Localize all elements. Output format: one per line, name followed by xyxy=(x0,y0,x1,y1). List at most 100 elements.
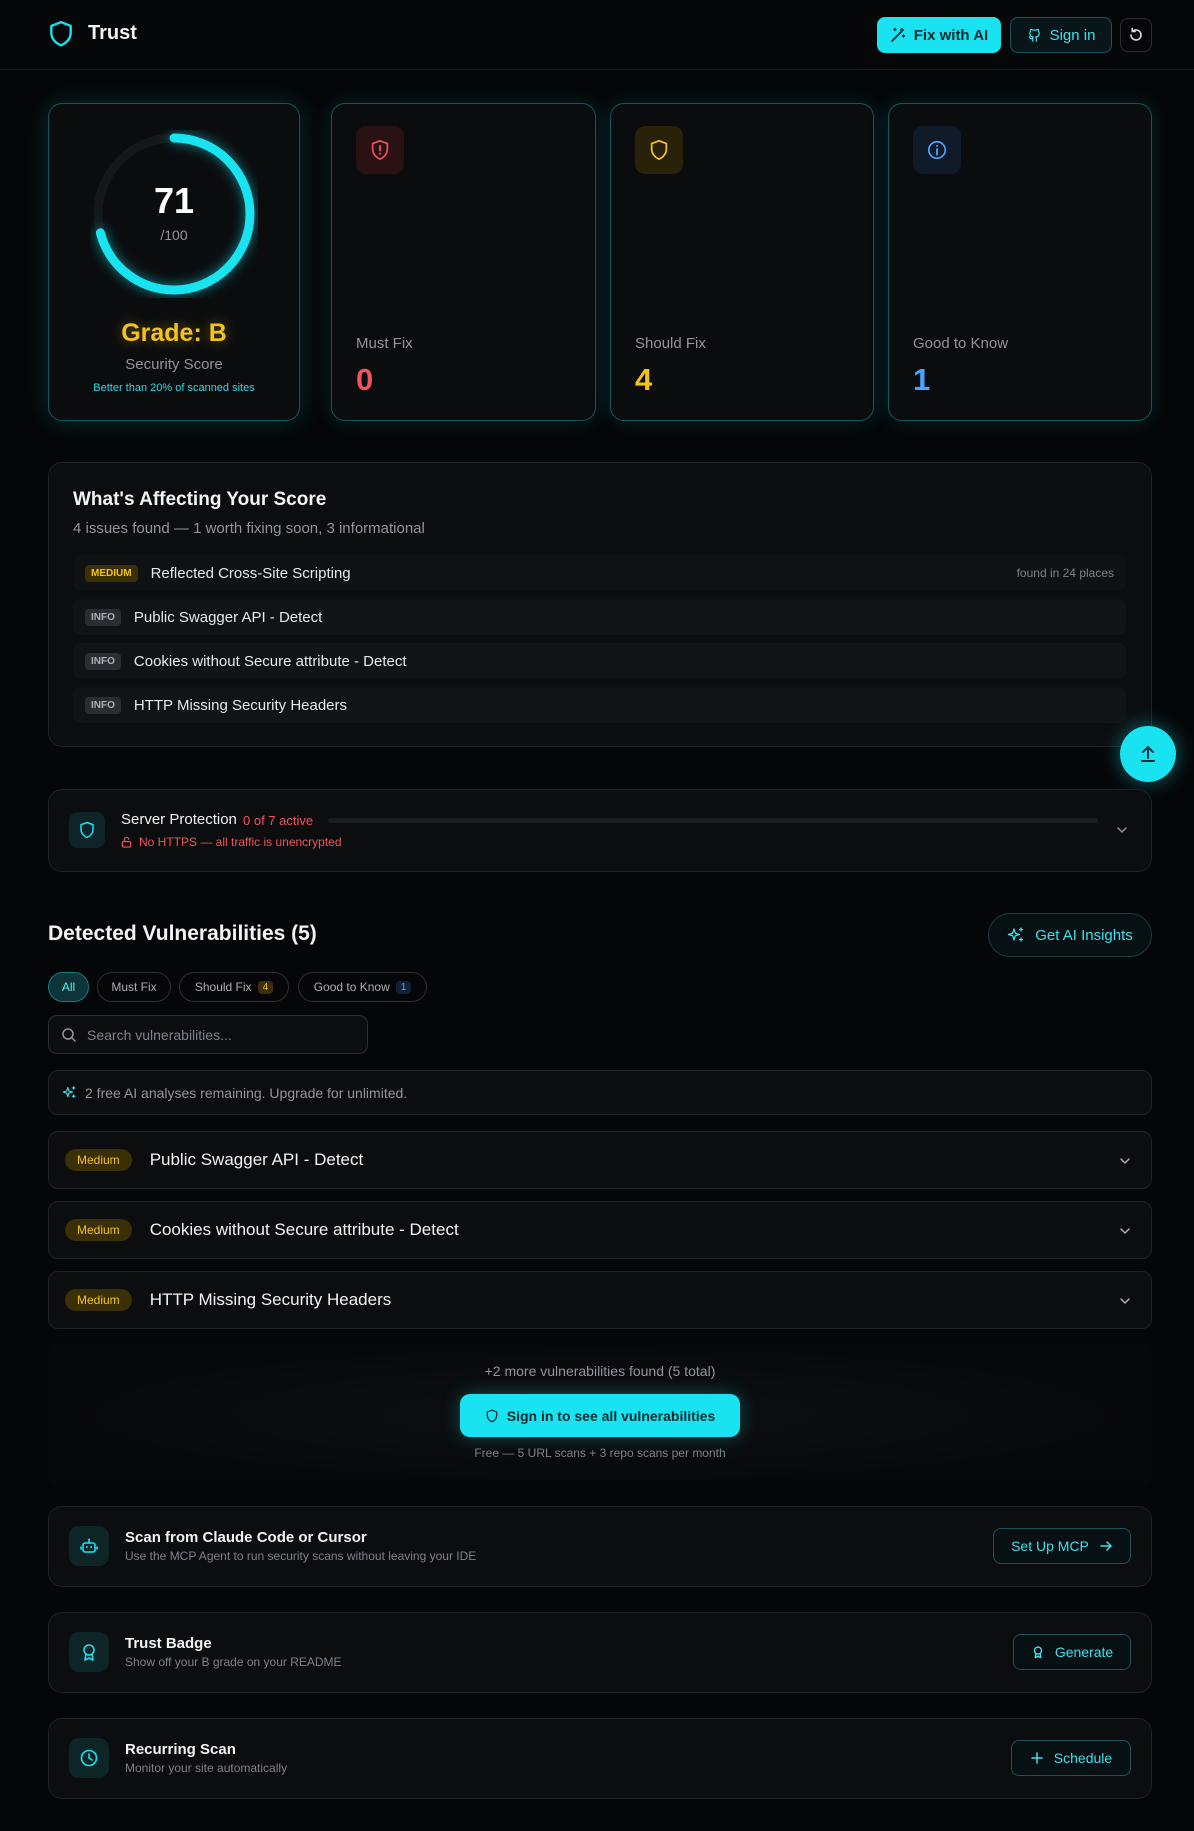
scroll-to-top-button[interactable] xyxy=(1120,726,1176,782)
issue-row[interactable]: MEDIUM Reflected Cross-Site Scripting fo… xyxy=(73,555,1126,591)
severity-tag: INFO xyxy=(85,696,121,714)
should-fix-badge: 4 xyxy=(257,980,274,994)
clock-icon xyxy=(69,1738,109,1778)
ai-analyses-text: 2 free AI analyses remaining. Upgrade fo… xyxy=(85,1084,408,1101)
setup-mcp-button[interactable]: Set Up MCP xyxy=(993,1528,1131,1564)
sign-in-see-all-button[interactable]: Sign in to see all vulnerabilities xyxy=(460,1394,740,1437)
issue-row[interactable]: INFO Cookies without Secure attribute - … xyxy=(73,643,1126,679)
server-protection-progress xyxy=(328,818,1098,823)
server-protection-panel[interactable] xyxy=(48,789,1152,872)
filter-all[interactable]: All xyxy=(48,972,89,1002)
setup-mcp-label: Set Up MCP xyxy=(1011,1538,1089,1554)
fix-with-ai-label: Fix with AI xyxy=(913,26,989,44)
trust-badge-title: Trust Badge xyxy=(125,1635,212,1652)
app-name[interactable]: Trust xyxy=(88,22,137,45)
recurring-scan-card xyxy=(48,1718,1152,1799)
schedule-button[interactable]: Schedule xyxy=(1011,1740,1131,1776)
shield-alert-icon xyxy=(356,126,404,174)
more-vulnerabilities-text: +2 more vulnerabilities found (5 total) xyxy=(484,1363,716,1379)
filter-good-to-know[interactable]: Good to Know 1 xyxy=(298,972,427,1002)
sparkles-icon xyxy=(62,1085,77,1100)
severity-tag: INFO xyxy=(85,652,121,670)
chevron-down-icon[interactable] xyxy=(1114,822,1130,838)
magic-wand-icon xyxy=(890,27,906,43)
vulnerability-item[interactable]: Medium Cookies without Secure attribute … xyxy=(48,1201,1152,1259)
filter-must-fix-label: Must Fix xyxy=(111,980,157,994)
plus-icon xyxy=(1030,1751,1044,1765)
vulnerability-item[interactable]: Medium HTTP Missing Security Headers xyxy=(48,1271,1152,1329)
severity-badge: Medium xyxy=(65,1219,132,1241)
shield-icon xyxy=(635,126,683,174)
affecting-subtitle: 4 issues found — 1 worth fixing soon, 3 … xyxy=(73,520,425,537)
https-warning-text: No HTTPS — all traffic is unencrypted xyxy=(139,835,342,849)
trust-badge-card xyxy=(48,1612,1152,1693)
search-input[interactable] xyxy=(87,1026,347,1043)
grade-label: Grade: B xyxy=(121,319,227,347)
search-box[interactable] xyxy=(48,1015,368,1054)
generate-label: Generate xyxy=(1054,1644,1114,1660)
award-icon xyxy=(69,1632,109,1672)
score-comparison: Better than 20% of scanned sites xyxy=(93,382,255,394)
trust-badge-subtitle: Show off your B grade on your README xyxy=(125,1655,342,1669)
sparkles-icon xyxy=(1007,926,1025,944)
recurring-scan-title: Recurring Scan xyxy=(125,1741,236,1758)
security-score-label: Security Score xyxy=(125,356,223,373)
sign-in-label: Sign in xyxy=(1049,26,1096,44)
get-ai-insights-label: Get AI Insights xyxy=(1035,926,1133,944)
chevron-down-icon xyxy=(1117,1153,1133,1169)
good-to-know-label: Good to Know xyxy=(913,335,1009,352)
server-protection-count: 0 of 7 active xyxy=(243,813,314,828)
filter-good-to-know-label: Good to Know xyxy=(313,980,390,994)
server-protection-title: Server Protection xyxy=(121,811,237,828)
get-ai-insights-button[interactable]: Get AI Insights xyxy=(988,913,1152,957)
issue-title: Public Swagger API - Detect xyxy=(133,608,323,626)
severity-tag: MEDIUM xyxy=(85,564,138,582)
vulnerability-title: HTTP Missing Security Headers xyxy=(149,1290,392,1309)
recurring-scan-subtitle: Monitor your site automatically xyxy=(125,1761,288,1775)
filter-must-fix[interactable]: Must Fix xyxy=(97,972,171,1002)
schedule-label: Schedule xyxy=(1053,1750,1113,1766)
issue-title: Reflected Cross-Site Scripting xyxy=(150,564,351,582)
issue-row[interactable]: INFO Public Swagger API - Detect xyxy=(73,599,1126,635)
refresh-button[interactable] xyxy=(1120,18,1152,52)
award-icon xyxy=(1031,1645,1045,1659)
sign-in-see-all-label: Sign in to see all vulnerabilities xyxy=(506,1407,716,1424)
shield-icon xyxy=(485,1409,499,1423)
vulnerability-title: Public Swagger API - Detect xyxy=(149,1150,364,1169)
https-warning: No HTTPS — all traffic is unencrypted xyxy=(121,835,342,849)
fix-with-ai-button[interactable]: Fix with AI xyxy=(877,17,1001,53)
free-plan-text: Free — 5 URL scans + 3 repo scans per mo… xyxy=(474,1446,726,1460)
good-to-know-count: 1 xyxy=(913,362,931,397)
must-fix-count: 0 xyxy=(356,362,374,397)
vulnerabilities-title: Detected Vulnerabilities (5) xyxy=(48,922,317,945)
mcp-subtitle: Use the MCP Agent to run security scans … xyxy=(125,1549,477,1563)
sign-in-button[interactable]: Sign in xyxy=(1010,17,1112,53)
score-value: 71 xyxy=(153,180,195,221)
severity-tag: INFO xyxy=(85,608,121,626)
good-to-know-badge: 1 xyxy=(395,980,412,994)
shield-icon xyxy=(69,812,105,848)
ai-analyses-notice: 2 free AI analyses remaining. Upgrade fo… xyxy=(48,1070,1152,1115)
issue-row[interactable]: INFO HTTP Missing Security Headers xyxy=(73,687,1126,723)
severity-badge: Medium xyxy=(65,1149,132,1171)
filter-all-label: All xyxy=(61,980,76,994)
info-icon xyxy=(913,126,961,174)
arrow-right-icon xyxy=(1099,1539,1113,1553)
shield-logo-icon xyxy=(48,20,74,48)
chevron-down-icon xyxy=(1117,1223,1133,1239)
issue-occurrences: found in 24 places xyxy=(1016,566,1114,580)
filter-should-fix[interactable]: Should Fix 4 xyxy=(179,972,289,1002)
severity-badge: Medium xyxy=(65,1289,132,1311)
score-denominator: /100 xyxy=(160,227,188,243)
robot-icon xyxy=(69,1526,109,1566)
refresh-icon xyxy=(1128,27,1144,43)
affecting-title: What's Affecting Your Score xyxy=(73,489,327,510)
must-fix-label: Must Fix xyxy=(356,335,413,352)
mcp-card xyxy=(48,1506,1152,1587)
search-icon xyxy=(61,1027,77,1043)
should-fix-label: Should Fix xyxy=(635,335,706,352)
generate-button[interactable]: Generate xyxy=(1013,1634,1131,1670)
vulnerability-item[interactable]: Medium Public Swagger API - Detect xyxy=(48,1131,1152,1189)
unlock-icon xyxy=(121,836,132,848)
mcp-title: Scan from Claude Code or Cursor xyxy=(125,1529,367,1546)
